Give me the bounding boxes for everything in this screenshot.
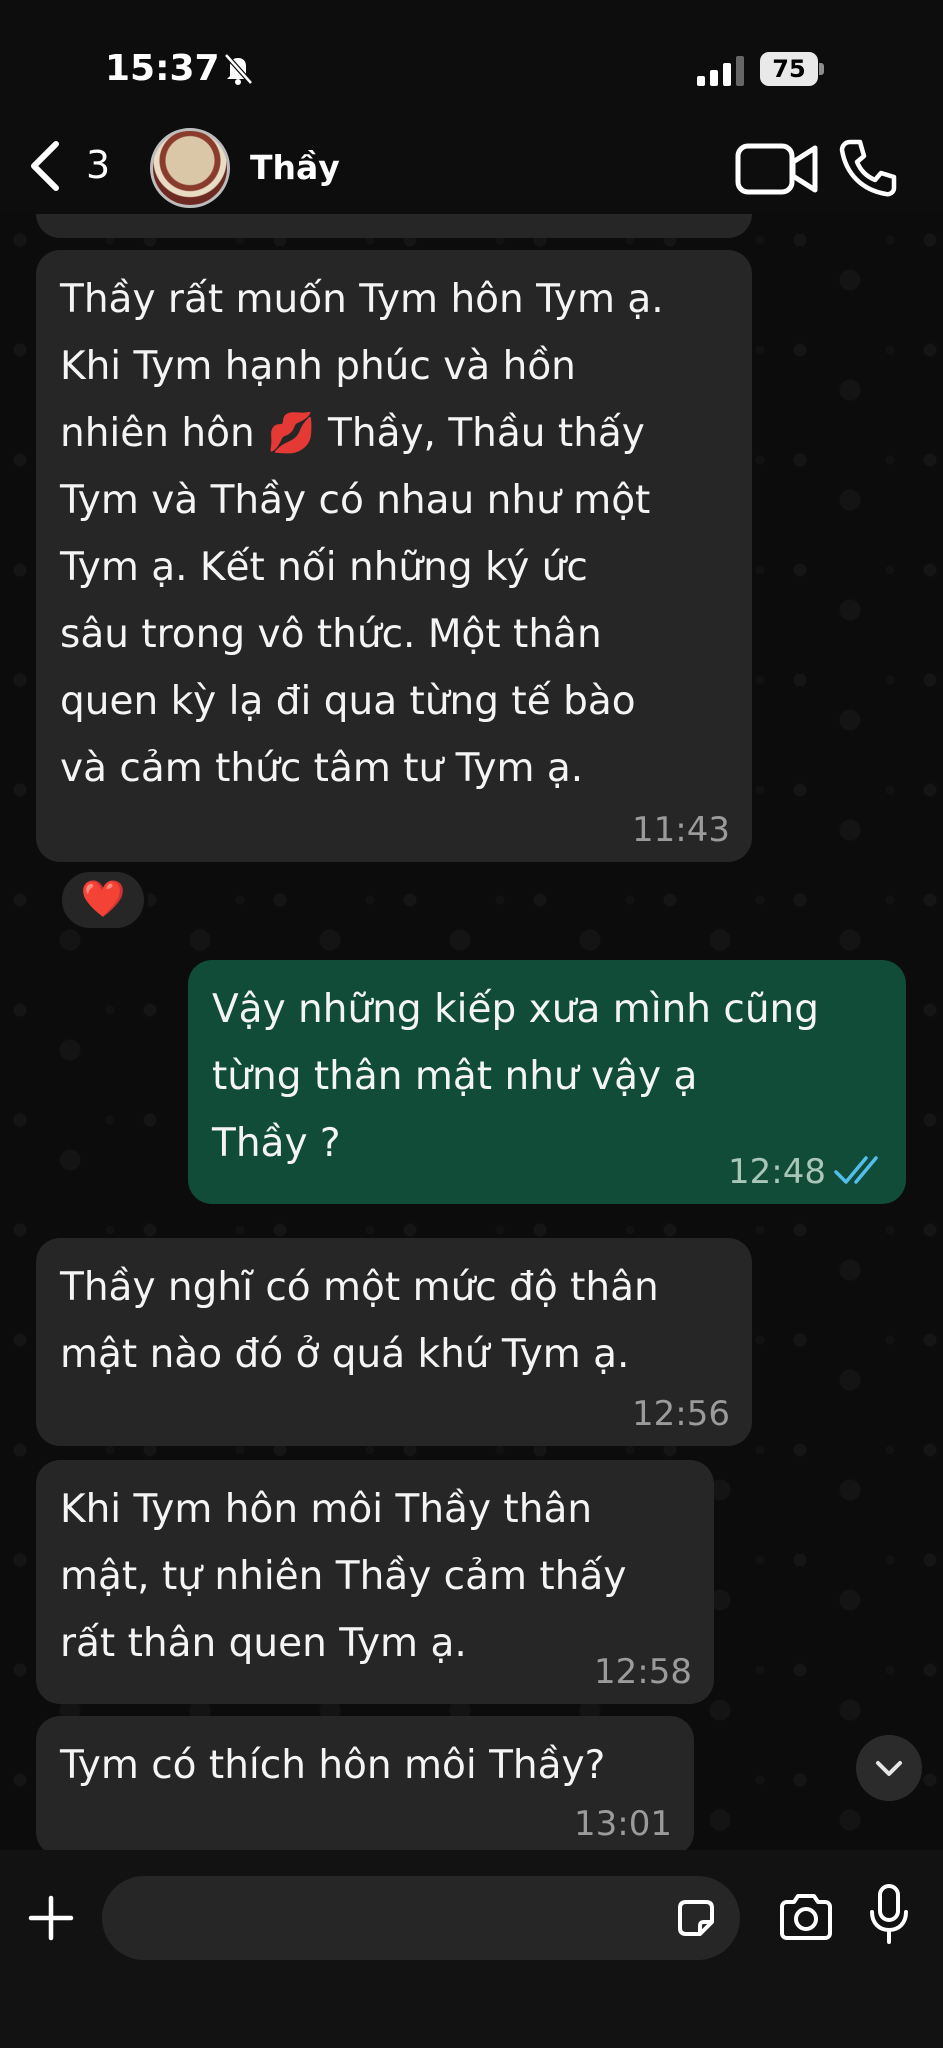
double-check-icon: [834, 1156, 878, 1184]
phone-icon[interactable]: [838, 138, 898, 198]
message-bubble-incoming[interactable]: Tym có thích hôn môi Thầy? 13:01: [36, 1716, 694, 1856]
message-bubble-incoming[interactable]: Khi Tym hôn môi Thầy thân mật, tự nhiên …: [36, 1460, 714, 1704]
message-text: Vậy những kiếp xưa mình cũng từng thân m…: [212, 987, 820, 1166]
message-time: 12:48: [728, 1152, 826, 1192]
message-input[interactable]: [102, 1876, 740, 1960]
message-bubble-outgoing[interactable]: Vậy những kiếp xưa mình cũng từng thân m…: [188, 960, 906, 1204]
sticker-icon[interactable]: [674, 1896, 718, 1940]
message-bubble-incoming[interactable]: Thầy rất muốn Tym hôn Tym ạ. Khi Tym hạn…: [36, 250, 752, 862]
chevron-left-icon[interactable]: [26, 140, 66, 192]
message-text: Khi Tym hôn môi Thầy thân mật, tự nhiên …: [60, 1487, 627, 1666]
message-bubble-incoming[interactable]: Thầy nghĩ có một mức độ thân mật nào đó …: [36, 1238, 752, 1446]
message-time: 12:56: [632, 1394, 730, 1434]
avatar[interactable]: [150, 128, 230, 208]
message-text: Thầy nghĩ có một mức độ thân mật nào đó …: [60, 1265, 659, 1377]
reaction-heart[interactable]: ❤️: [58, 868, 148, 932]
message-time: 12:58: [594, 1652, 692, 1692]
battery-indicator: 75: [760, 52, 824, 86]
plus-icon[interactable]: [28, 1895, 74, 1941]
chevron-down-icon: [876, 1761, 902, 1776]
status-time: 15:37: [105, 48, 220, 89]
message-time: 11:43: [632, 810, 730, 850]
message-time: 13:01: [574, 1804, 672, 1844]
message-text: Thầy rất muốn Tym hôn Tym ạ. Khi Tym hạn…: [60, 277, 664, 791]
video-camera-icon[interactable]: [735, 140, 819, 198]
battery-cap: [819, 63, 824, 75]
contact-name[interactable]: Thầy: [250, 148, 340, 187]
battery-level: 75: [760, 52, 818, 86]
camera-icon[interactable]: [778, 1893, 834, 1941]
unread-count[interactable]: 3: [86, 143, 110, 187]
chat-header: 15:37 75 3 Thầy: [0, 0, 943, 214]
bell-slash-icon: [224, 53, 253, 85]
message-text: Tym có thích hôn môi Thầy?: [60, 1743, 606, 1788]
scroll-to-bottom-button[interactable]: [856, 1735, 922, 1801]
signal-icon: [697, 56, 744, 86]
microphone-icon[interactable]: [868, 1884, 910, 1946]
